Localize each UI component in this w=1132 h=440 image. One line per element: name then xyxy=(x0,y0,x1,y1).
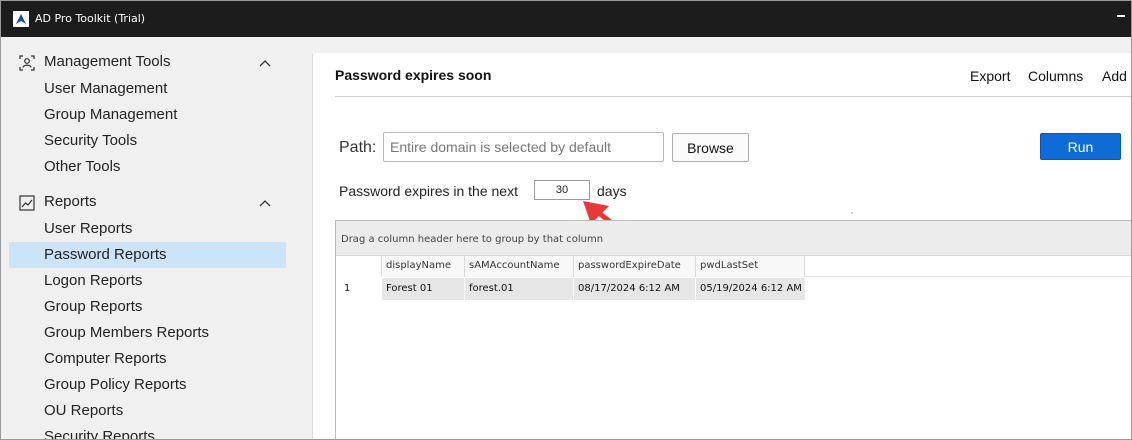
cell-pwdlastset[interactable]: 05/19/2024 6:12 AM xyxy=(695,278,805,300)
sidebar-item-other-tools[interactable]: Other Tools xyxy=(9,154,286,180)
browse-button[interactable]: Browse xyxy=(672,133,749,162)
run-button[interactable]: Run xyxy=(1040,133,1121,160)
sidebar-item-group-members-reports[interactable]: Group Members Reports xyxy=(9,320,286,346)
add-button[interactable]: Add xyxy=(1102,68,1127,84)
section-title: Reports xyxy=(44,193,97,210)
cell-passwordexpiredate[interactable]: 08/17/2024 6:12 AM xyxy=(573,278,695,300)
column-header-pwdlastset[interactable]: pwdLastSet xyxy=(695,256,805,277)
sidebar-item-group-management[interactable]: Group Management xyxy=(9,102,286,128)
sidebar-item-password-reports[interactable]: Password Reports xyxy=(9,242,286,268)
sidebar-item-security-reports[interactable]: Security Reports xyxy=(9,424,286,439)
sidebar-item-group-policy-reports[interactable]: Group Policy Reports xyxy=(9,372,286,398)
row-number-header xyxy=(336,256,381,277)
minimize-button[interactable] xyxy=(1117,15,1125,17)
table-row[interactable]: 1 Forest 01 forest.01 08/17/2024 6:12 AM… xyxy=(336,278,1131,300)
group-by-panel[interactable]: Drag a column header here to group by th… xyxy=(336,221,1131,256)
reports-chart-icon xyxy=(18,194,36,212)
column-header-row: displayName sAMAccountName passwordExpir… xyxy=(336,256,1131,277)
cell-samaccountname[interactable]: forest.01 xyxy=(464,278,573,300)
section-management-tools[interactable]: Management Tools xyxy=(1,50,291,76)
sidebar-item-user-management[interactable]: User Management xyxy=(9,76,286,102)
management-icon xyxy=(18,54,36,72)
column-header-passwordexpiredate[interactable]: passwordExpireDate xyxy=(573,256,695,277)
app-window: AD Pro Toolkit (Trial) Management Tools … xyxy=(0,0,1132,440)
title-bar: AD Pro Toolkit (Trial) xyxy=(1,1,1131,37)
sidebar-item-computer-reports[interactable]: Computer Reports xyxy=(9,346,286,372)
days-unit-label: days xyxy=(597,183,627,199)
group-by-hint: Drag a column header here to group by th… xyxy=(341,234,604,245)
results-grid: Drag a column header here to group by th… xyxy=(335,220,1131,439)
sidebar-item-ou-reports[interactable]: OU Reports xyxy=(9,398,286,424)
column-header-samaccountname[interactable]: sAMAccountName xyxy=(464,256,573,277)
columns-button[interactable]: Columns xyxy=(1028,68,1083,84)
main-panel: Password expires soon Export Columns Add… xyxy=(312,53,1131,439)
chevron-up-icon[interactable] xyxy=(257,196,273,208)
section-reports[interactable]: Reports xyxy=(1,190,291,216)
divider xyxy=(335,96,1131,97)
path-label: Path: xyxy=(339,139,377,156)
export-button[interactable]: Export xyxy=(970,68,1010,84)
window-title: AD Pro Toolkit (Trial) xyxy=(35,12,146,25)
sidebar-item-group-reports[interactable]: Group Reports xyxy=(9,294,286,320)
sidebar-item-security-tools[interactable]: Security Tools xyxy=(9,128,286,154)
column-header-displayname[interactable]: displayName xyxy=(381,256,464,277)
sidebar-item-logon-reports[interactable]: Logon Reports xyxy=(9,268,286,294)
expire-days-label: Password expires in the next xyxy=(339,183,518,199)
path-input[interactable] xyxy=(383,132,664,162)
section-title: Management Tools xyxy=(44,53,171,70)
cell-displayname[interactable]: Forest 01 xyxy=(381,278,464,300)
page-title: Password expires soon xyxy=(335,67,492,83)
row-number: 1 xyxy=(336,278,381,300)
stray-dot xyxy=(851,212,853,214)
days-input[interactable] xyxy=(534,180,590,200)
sidebar: Management Tools User Management Group M… xyxy=(1,37,301,439)
app-logo-icon xyxy=(13,11,29,27)
sidebar-item-user-reports[interactable]: User Reports xyxy=(9,216,286,242)
chevron-up-icon[interactable] xyxy=(257,56,273,68)
